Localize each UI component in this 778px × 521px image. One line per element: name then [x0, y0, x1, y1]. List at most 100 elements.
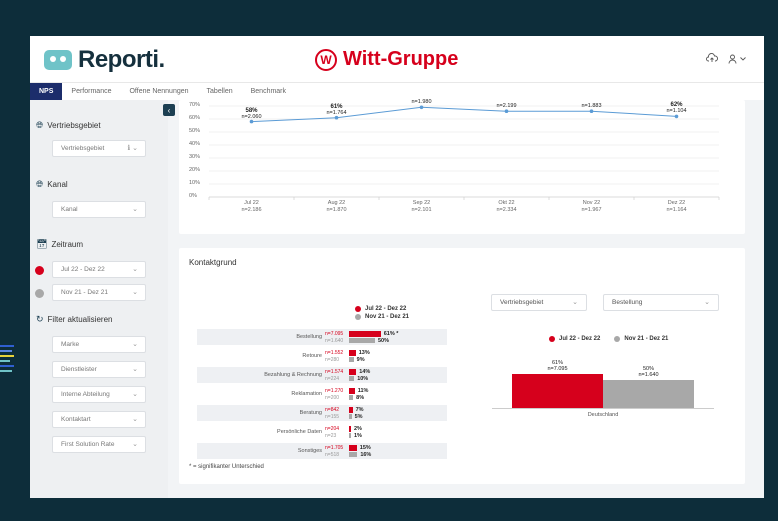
- nps-data-point[interactable]: [334, 115, 339, 120]
- chevron-left-icon[interactable]: ‹: [163, 104, 175, 116]
- nps-data-point[interactable]: [674, 114, 679, 119]
- chevron-down-icon: ⌄: [132, 341, 138, 348]
- bar-previous[interactable]: [349, 452, 358, 457]
- category-label: Bestellung: [296, 334, 322, 340]
- value-label-previous: 16%: [360, 452, 372, 458]
- n-current: n=204: [325, 426, 340, 432]
- value-label-current: 15%: [359, 445, 371, 451]
- bar-previous[interactable]: [349, 338, 375, 343]
- kanal-heading: 🌐︎ Kanal: [36, 179, 68, 189]
- bar-previous[interactable]: [349, 414, 352, 419]
- n-current: n=842: [325, 407, 340, 413]
- filter-interne-abteilung[interactable]: Interne Abteilung ⌄: [52, 386, 146, 403]
- filter-refresh-heading[interactable]: ↻ Filter aktualisieren: [36, 314, 112, 325]
- tab-nps[interactable]: NPS: [30, 83, 63, 100]
- nps-trend-card: 70% 60% 50% 40% 30% 20% 10% 0% 58% n=2.060 Jul 22 n…: [179, 99, 745, 234]
- info-chevron-icon: ℹ︎ ⌄: [127, 145, 138, 152]
- country-value-previous: 50% n=1.640: [638, 366, 659, 378]
- y-tick-label: 10%: [189, 180, 201, 186]
- country-legend: Jul 22 - Dez 22 Nov 21 - Dez 21: [549, 336, 668, 342]
- category-label: Beratung: [299, 410, 322, 416]
- legend-item-previous: Nov 21 - Dez 21: [614, 336, 668, 342]
- bar-current[interactable]: [349, 331, 381, 337]
- bar-current[interactable]: [349, 445, 357, 451]
- reporti-logo[interactable]: Reporti.: [44, 46, 165, 74]
- bar-current[interactable]: [349, 426, 351, 432]
- legend-item-current: Jul 22 - Dez 22: [549, 336, 600, 342]
- cloud-upload-icon[interactable]: [706, 52, 718, 66]
- y-tick-label: 40%: [189, 141, 201, 147]
- filter-dienstleister[interactable]: Dienstleister ⌄: [52, 361, 146, 378]
- witt-logo-icon: W: [315, 48, 337, 71]
- nps-data-point[interactable]: [504, 109, 509, 113]
- filter-marke[interactable]: Marke ⌄: [52, 336, 146, 353]
- bar-previous[interactable]: [349, 433, 351, 438]
- category-label: Persönliche Daten: [277, 429, 322, 435]
- y-tick-label: 0%: [189, 193, 197, 199]
- value-label-current: 7%: [355, 407, 364, 413]
- point-label: 61% n=1.764: [326, 103, 347, 116]
- bar-current[interactable]: [349, 369, 357, 375]
- country-bar-current[interactable]: [512, 373, 603, 408]
- category-label: Sonstiges: [297, 448, 322, 454]
- category-label: Bezahlung & Rechnung: [264, 372, 322, 378]
- value-label-previous: 1%: [354, 433, 362, 439]
- refresh-icon: ↻: [36, 314, 44, 324]
- country-axis-label: Deutschland: [587, 412, 619, 418]
- tab-tabellen[interactable]: Tabellen: [198, 83, 242, 100]
- n-previous: n=155: [325, 414, 340, 420]
- n-current: n=1.574: [325, 369, 344, 375]
- chevron-down-icon: ⌄: [132, 206, 138, 213]
- x-tick-label: Jul 22 n=2.186: [241, 200, 262, 213]
- chevron-down-icon: ⌄: [132, 441, 138, 448]
- point-label: n=1.883: [581, 103, 602, 110]
- point-label: 58% n=2.060: [241, 107, 262, 120]
- user-icon: [728, 54, 737, 64]
- vertriebsgebiet-dropdown[interactable]: Vertriebsgebiet ⌄: [491, 294, 587, 311]
- filter-first-solution-rate[interactable]: First Solution Rate ⌄: [52, 436, 146, 453]
- kanal-select[interactable]: Kanal ⌄: [52, 201, 146, 218]
- nps-data-point[interactable]: [419, 105, 424, 110]
- client-name: Witt-Gruppe: [343, 48, 459, 70]
- n-current: n=7.095: [325, 331, 344, 337]
- bar-current[interactable]: [349, 350, 356, 356]
- bar-current[interactable]: [349, 407, 353, 413]
- bar-current[interactable]: [349, 388, 355, 394]
- calendar-icon: 📅︎: [36, 239, 48, 249]
- tab-offene-nennungen[interactable]: Offene Nennungen: [120, 83, 197, 100]
- tab-performance[interactable]: Performance: [62, 83, 120, 100]
- globe-icon: 🌐︎: [36, 120, 44, 130]
- bar-previous[interactable]: [349, 357, 354, 362]
- nps-data-point[interactable]: [589, 109, 594, 113]
- tab-benchmark[interactable]: Benchmark: [242, 83, 295, 100]
- top-icons: [706, 52, 746, 66]
- y-tick-label: 50%: [189, 128, 201, 134]
- point-label: n=1.980: [411, 99, 432, 106]
- user-menu[interactable]: [728, 52, 746, 66]
- bar-previous[interactable]: [349, 395, 354, 400]
- value-label-previous: 5%: [354, 414, 363, 420]
- chevron-down-icon: ⌄: [132, 366, 138, 373]
- bar-previous[interactable]: [349, 376, 355, 381]
- y-tick-label: 70%: [189, 102, 201, 108]
- period-previous-select[interactable]: Nov 21 - Dez 21 ⌄: [52, 284, 146, 301]
- chevron-down-icon: ⌄: [132, 266, 138, 273]
- y-tick-label: 60%: [189, 115, 201, 121]
- filter-sidebar: 🌐︎ Vertriebsgebiet Vertriebsgebiet ℹ︎ ⌄ …: [30, 100, 168, 498]
- nps-data-point[interactable]: [249, 119, 254, 124]
- n-current: n=1.552: [325, 350, 344, 356]
- n-current: n=1.705: [325, 445, 344, 451]
- value-label-previous: 10%: [357, 376, 369, 382]
- period-previous-dot: [35, 289, 44, 298]
- nps-series-line: [251, 106, 677, 123]
- vertriebsgebiet-select[interactable]: Vertriebsgebiet ℹ︎ ⌄: [52, 140, 146, 157]
- point-label: 62% n=1.104: [666, 102, 687, 115]
- legend-item-previous: Nov 21 - Dez 21: [355, 314, 409, 320]
- country-bar-previous[interactable]: [603, 380, 694, 408]
- period-current-select[interactable]: Jul 22 - Dez 22 ⌄: [52, 261, 146, 278]
- filter-kontaktart[interactable]: Kontaktart ⌄: [52, 411, 146, 428]
- bestellung-dropdown[interactable]: Bestellung ⌄: [603, 294, 719, 311]
- x-tick-label: Sep 22 n=2.101: [411, 200, 432, 213]
- point-label: n=2.199: [496, 103, 517, 110]
- period-current-dot: [35, 266, 44, 275]
